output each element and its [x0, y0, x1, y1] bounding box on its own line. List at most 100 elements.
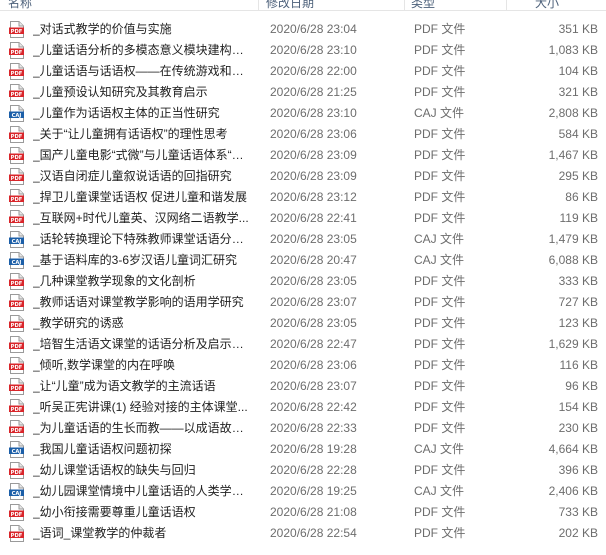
file-type: PDF 文件 [414, 463, 466, 477]
pdf-file-icon: PDF [9, 189, 24, 206]
file-name: _国产儿童电影“式微”与儿童话语体系“突... [33, 148, 251, 162]
file-name: _儿童话语分析的多模态意义模块建构探... [33, 43, 251, 57]
file-size: 333 KB [558, 274, 598, 288]
file-name: _捍卫儿童课堂话语权 促进儿童和谐发展 [33, 190, 248, 204]
file-row[interactable]: CAJ _儿童作为话语权主体的正当性研究 2020/6/28 23:10 CAJ 文件… [0, 103, 606, 124]
file-modified-date: 2020/6/28 21:25 [270, 85, 357, 99]
file-size: 6,088 KB [548, 253, 598, 267]
file-row[interactable]: PDF _国产儿童电影“式微”与儿童话语体系“突... 2020/6/28 23:0… [0, 145, 606, 166]
pdf-file-icon: PDF [9, 168, 24, 185]
pdf-file-icon: PDF [9, 21, 24, 38]
file-row[interactable]: PDF _儿童话语分析的多模态意义模块建构探... 2020/6/28 23:10 P… [0, 40, 606, 61]
file-type: PDF 文件 [414, 85, 466, 99]
file-row[interactable]: PDF _对话式教学的价值与实施 2020/6/28 23:04 PDF 文件 351 … [0, 19, 606, 40]
file-modified-date: 2020/6/28 23:12 [270, 190, 357, 204]
svg-text:PDF: PDF [11, 29, 23, 35]
pdf-file-icon: PDF [9, 420, 24, 437]
svg-text:PDF: PDF [11, 155, 23, 161]
column-divider[interactable] [258, 0, 259, 10]
file-row[interactable]: PDF _让“儿童”成为语文教学的主流话语 2020/6/28 23:07 PDF 文… [0, 376, 606, 397]
svg-text:PDF: PDF [11, 197, 23, 203]
file-row[interactable]: CAJ _话轮转换理论下特殊教师课堂话语分析... 2020/6/28 23:05 C… [0, 229, 606, 250]
file-row[interactable]: PDF _语词_课堂教学的仲裁者 2020/6/28 22:54 PDF 文件 202 … [0, 523, 606, 544]
column-header-type[interactable]: 类型 [411, 0, 435, 10]
svg-text:PDF: PDF [11, 50, 23, 56]
caj-file-icon: CAJ [9, 441, 24, 458]
file-row[interactable]: CAJ _我国儿童话语权问题初探 2020/6/28 19:28 CAJ 文件 4,66… [0, 439, 606, 460]
file-row[interactable]: PDF _倾听,数学课堂的内在呼唤 2020/6/28 23:06 PDF 文件 116… [0, 355, 606, 376]
file-name: _儿童作为话语权主体的正当性研究 [33, 106, 220, 120]
file-name: _幼儿园课堂情境中儿童话语的人类学研究 [33, 484, 251, 498]
file-type: PDF 文件 [414, 421, 466, 435]
file-row[interactable]: PDF _汉语自闭症儿童叙说话语的回指研究 2020/6/28 23:09 PDF 文… [0, 166, 606, 187]
file-type: PDF 文件 [414, 337, 466, 351]
file-row[interactable]: PDF _教学研究的诱惑 2020/6/28 23:05 PDF 文件 123 KB [0, 313, 606, 334]
file-modified-date: 2020/6/28 23:10 [270, 43, 357, 57]
file-name: _我国儿童话语权问题初探 [33, 442, 172, 456]
file-row[interactable]: PDF _儿童预设认知研究及其教育启示 2020/6/28 21:25 PDF 文件 3… [0, 82, 606, 103]
file-type: PDF 文件 [414, 526, 466, 540]
file-row[interactable]: CAJ _基于语料库的3-6岁汉语儿童词汇研究 2020/6/28 20:47 CAJ… [0, 250, 606, 271]
file-modified-date: 2020/6/28 23:06 [270, 127, 357, 141]
column-header-name[interactable]: 名称 [8, 0, 32, 10]
column-header-date[interactable]: 修改日期 [266, 0, 314, 10]
file-type: PDF 文件 [414, 505, 466, 519]
file-row[interactable]: PDF _听吴正宪讲课(1) 经验对接的主体课堂... 2020/6/28 22:4… [0, 397, 606, 418]
file-size: 4,664 KB [548, 442, 598, 456]
file-modified-date: 2020/6/28 22:33 [270, 421, 357, 435]
svg-text:PDF: PDF [11, 386, 23, 392]
svg-text:PDF: PDF [11, 71, 23, 77]
file-modified-date: 2020/6/28 23:09 [270, 148, 357, 162]
file-size: 321 KB [558, 85, 598, 99]
file-type: CAJ 文件 [414, 442, 465, 456]
caj-file-icon: CAJ [9, 483, 24, 500]
svg-text:PDF: PDF [11, 176, 23, 182]
file-row[interactable]: PDF _培智生活语文课堂的话语分析及启示—... 2020/6/28 22:47 P… [0, 334, 606, 355]
file-row[interactable]: PDF _教师话语对课堂教学影响的语用学研究 2020/6/28 23:07 PDF … [0, 292, 606, 313]
file-row[interactable]: PDF _幼儿课堂话语权的缺失与回归 2020/6/28 22:28 PDF 文件 39… [0, 460, 606, 481]
pdf-file-icon: PDF [9, 210, 24, 227]
svg-text:PDF: PDF [11, 533, 23, 539]
file-modified-date: 2020/6/28 21:08 [270, 505, 357, 519]
file-row[interactable]: PDF _为儿童话语的生长而教——以成语故事... 2020/6/28 22:33 P… [0, 418, 606, 439]
file-name: _基于语料库的3-6岁汉语儿童词汇研究 [33, 253, 238, 267]
file-type: PDF 文件 [414, 274, 466, 288]
file-type: PDF 文件 [414, 22, 466, 36]
file-name: _儿童话语与话语权——在传统游戏和区... [33, 64, 251, 78]
file-row[interactable]: PDF _儿童话语与话语权——在传统游戏和区... 2020/6/28 22:00 P… [0, 61, 606, 82]
file-row[interactable]: CAJ _幼儿园课堂情境中儿童话语的人类学研究 2020/6/28 19:25 CAJ… [0, 481, 606, 502]
column-divider[interactable] [506, 0, 507, 10]
file-size: 86 KB [565, 190, 598, 204]
svg-text:CAJ: CAJ [12, 449, 22, 455]
file-name: _话轮转换理论下特殊教师课堂话语分析... [33, 232, 251, 246]
file-type: PDF 文件 [414, 190, 466, 204]
pdf-file-icon: PDF [9, 273, 24, 290]
file-modified-date: 2020/6/28 23:05 [270, 232, 357, 246]
file-name: _幼小衔接需要尊重儿童话语权 [33, 505, 196, 519]
pdf-file-icon: PDF [9, 126, 24, 143]
file-modified-date: 2020/6/28 22:00 [270, 64, 357, 78]
file-row[interactable]: PDF _几种课堂教学现象的文化剖析 2020/6/28 23:05 PDF 文件 33… [0, 271, 606, 292]
file-row[interactable]: PDF _幼小衔接需要尊重儿童话语权 2020/6/28 21:08 PDF 文件 73… [0, 502, 606, 523]
column-header-size[interactable]: 大小 [535, 0, 559, 10]
file-modified-date: 2020/6/28 23:07 [270, 379, 357, 393]
svg-text:CAJ: CAJ [12, 113, 22, 119]
pdf-file-icon: PDF [9, 294, 24, 311]
column-divider[interactable] [404, 0, 405, 10]
file-row[interactable]: PDF _互联网+时代儿童英、汉网络二语教学... 2020/6/28 22:41 P… [0, 208, 606, 229]
file-modified-date: 2020/6/28 19:28 [270, 442, 357, 456]
file-row[interactable]: PDF _关于“让儿童拥有话语权”的理性思考 2020/6/28 23:06 PDF … [0, 124, 606, 145]
file-row[interactable]: PDF _捍卫儿童课堂话语权 促进儿童和谐发展 2020/6/28 23:12 PDF… [0, 187, 606, 208]
file-size: 2,808 KB [548, 106, 598, 120]
file-size: 96 KB [565, 379, 598, 393]
file-modified-date: 2020/6/28 22:28 [270, 463, 357, 477]
file-name: _教学研究的诱惑 [33, 316, 124, 330]
column-header: 名称 修改日期 类型 大小 [0, 0, 606, 11]
file-name: _语词_课堂教学的仲裁者 [33, 526, 167, 540]
file-name: _汉语自闭症儿童叙说话语的回指研究 [33, 169, 232, 183]
file-size: 116 KB [559, 358, 598, 372]
file-name: _教师话语对课堂教学影响的语用学研究 [33, 295, 244, 309]
file-type: PDF 文件 [414, 400, 466, 414]
svg-text:PDF: PDF [11, 428, 23, 434]
file-size: 1,479 KB [548, 232, 598, 246]
